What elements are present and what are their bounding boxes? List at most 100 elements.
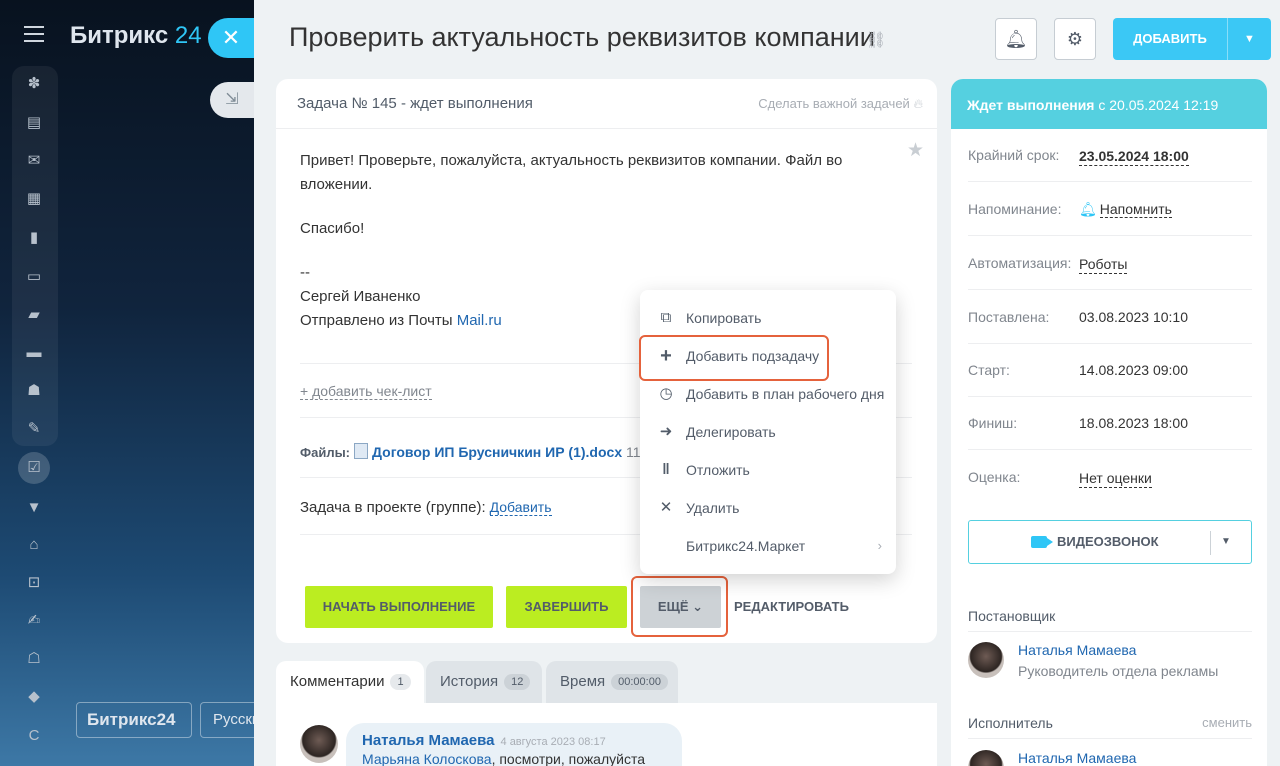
menu-item-delegate[interactable]: ➜ Делегировать: [640, 413, 896, 451]
creator-section-title: Постановщик: [968, 602, 1252, 632]
rating-row: Оценка: Нет оценки: [968, 469, 1152, 488]
gear-icon: ⚙: [1066, 29, 1084, 49]
stream-icon[interactable]: ✽: [24, 74, 44, 94]
tasks-icon[interactable]: ☑: [18, 452, 50, 484]
start-task-button[interactable]: НАЧАТЬ ВЫПОЛНЕНИЕ: [305, 586, 493, 628]
sign-icon[interactable]: ✍: [24, 611, 44, 631]
avatar[interactable]: [968, 642, 1004, 678]
add-button-label: ДОБАВИТЬ: [1133, 31, 1207, 46]
automation-row: Автоматизация: Роботы: [968, 237, 1252, 290]
tab-history[interactable]: История 12: [426, 661, 542, 703]
tab-time[interactable]: Время 00:00:00: [546, 661, 678, 703]
project-row: Задача в проекте (группе): Добавить: [300, 499, 552, 516]
chat-icon[interactable]: ▰: [24, 305, 44, 325]
language-selector[interactable]: Русский: [200, 702, 254, 738]
task-number-title: Задача № 145 - ждет выполнения: [297, 95, 533, 112]
add-subtask-highlight: [639, 335, 829, 381]
chevron-down-icon: ⌄: [692, 599, 704, 614]
cart-icon[interactable]: ⊡: [24, 573, 44, 593]
contacts-icon[interactable]: ▭: [24, 267, 44, 287]
more-menu: ⧉ Копировать + Добавить подзадачу ◷ Добавит…: [640, 290, 896, 574]
pause-icon: ‖: [662, 461, 670, 478]
finish-row: Финиш: 18.08.2023 18:00: [968, 397, 1252, 450]
comment-bubble: Наталья Мамаева 4 августа 2023 08:17 Марь…: [346, 723, 682, 766]
camera-icon: [1031, 536, 1047, 548]
add-button[interactable]: ДОБАВИТЬ ▼: [1113, 18, 1271, 60]
robots-link[interactable]: Роботы: [1079, 255, 1128, 274]
more-button[interactable]: ЕЩЁ ⌄: [640, 586, 721, 628]
page-title: Проверить актуальность реквизитов компан…: [289, 22, 875, 52]
bank-icon[interactable]: ⌂: [24, 535, 44, 555]
change-assignee-link[interactable]: сменить: [1202, 709, 1252, 737]
avatar[interactable]: [300, 725, 338, 763]
start-row: Старт: 14.08.2023 09:00: [968, 344, 1252, 397]
flame-icon: 🔥︎: [913, 96, 923, 111]
footer-logo[interactable]: Битрикс24: [76, 702, 192, 738]
avatar[interactable]: [968, 750, 1004, 766]
bell-icon: 🔔︎: [1004, 29, 1028, 49]
bell-small-icon: 🔔︎: [1079, 201, 1097, 217]
tab-comments[interactable]: Комментарии 1: [276, 661, 424, 703]
status-badge: Ждет выполнения с 20.05.2024 12:19: [951, 79, 1267, 129]
add-checklist-link[interactable]: + добавить чек-лист: [300, 383, 432, 400]
task-info-sidebar: Ждет выполнения с 20.05.2024 12:19 Крайн…: [951, 79, 1267, 766]
chevron-down-icon[interactable]: ▼: [1221, 521, 1231, 563]
funnel-icon[interactable]: ▼: [24, 498, 44, 518]
files-row: Файлы: Договор ИП Брусничкин ИР (1).docx …: [300, 443, 641, 460]
app-logo[interactable]: Битрикс 24: [70, 22, 202, 50]
reminder-row: Напоминание: 🔔︎ Напомнить: [968, 183, 1252, 236]
favorite-star-icon[interactable]: ★: [907, 139, 924, 162]
comment-author[interactable]: Наталья Мамаева: [362, 732, 495, 749]
calendar-icon[interactable]: ▦: [24, 189, 44, 209]
delegate-icon: ➜: [659, 423, 673, 440]
minimize-slider-button[interactable]: ⇲: [210, 82, 254, 118]
documents-icon[interactable]: ▮: [24, 228, 44, 248]
copy-icon: ⧉: [660, 309, 672, 326]
edit-button[interactable]: РЕДАКТИРОВАТЬ: [734, 586, 849, 628]
settings-button[interactable]: ⚙: [1054, 18, 1096, 60]
add-project-link[interactable]: Добавить: [489, 499, 552, 516]
comment-date: 4 августа 2023 08:17: [500, 736, 606, 748]
creator-position: Руководитель отдела рекламы: [1018, 663, 1219, 679]
creator-name[interactable]: Наталья Мамаева: [1018, 642, 1136, 658]
comments-area: Наталья Мамаева 4 августа 2023 08:17 Марь…: [276, 703, 937, 766]
menu-item-defer[interactable]: ‖ Отложить: [640, 451, 896, 489]
assignee-section-title: Исполнитель сменить: [968, 709, 1252, 739]
chevron-down-icon[interactable]: ▼: [1228, 18, 1271, 60]
edit-docs-icon[interactable]: ✎: [24, 419, 44, 439]
mention-link[interactable]: Марьяна Колоскова: [362, 751, 492, 766]
menu-burger-icon[interactable]: [24, 26, 44, 42]
delete-icon: ✕: [659, 499, 673, 516]
assignee-person: Наталья Мамаева: [968, 750, 1252, 766]
close-slider-button[interactable]: ✕: [208, 18, 254, 58]
assignee-name[interactable]: Наталья Мамаева: [1018, 750, 1136, 766]
created-row: Поставлена: 03.08.2023 10:10: [968, 291, 1252, 344]
feed-icon[interactable]: ▤: [24, 113, 44, 133]
mail-icon[interactable]: ✉: [24, 151, 44, 171]
menu-item-delete[interactable]: ✕ Удалить: [640, 489, 896, 527]
deadline-row: Крайний срок: 23.05.2024 18:00: [968, 129, 1252, 182]
chevron-right-icon: ›: [877, 538, 882, 553]
creator-person: Наталья Мамаева Руководитель отдела рекл…: [968, 642, 1252, 692]
complete-button[interactable]: ЗАВЕРШИТЬ: [506, 586, 627, 628]
file-link[interactable]: Договор ИП Брусничкин ИР (1).docx: [372, 444, 622, 460]
task-slider: Проверить актуальность реквизитов компан…: [254, 0, 1280, 766]
left-menu: ✽ ▤ ✉ ▦ ▮ ▭ ▰ ▬ ☗ ✎ ☑ ▼ ⌂ ⊡ ✍ ☖ ◆ C: [0, 0, 70, 766]
box-icon[interactable]: ◆: [24, 687, 44, 707]
copy-link-icon[interactable]: ⛓: [866, 30, 886, 50]
mail-ru-link[interactable]: Mail.ru: [457, 312, 502, 329]
docx-file-icon: [354, 443, 369, 459]
drive-icon[interactable]: ▬: [24, 343, 44, 363]
rating-link[interactable]: Нет оценки: [1079, 469, 1152, 488]
menu-item-copy[interactable]: ⧉ Копировать: [640, 299, 896, 337]
groups-icon[interactable]: ☗: [24, 381, 44, 401]
video-call-button[interactable]: ВИДЕОЗВОНОК ▼: [968, 520, 1252, 564]
remind-link[interactable]: Напомнить: [1099, 201, 1172, 218]
menu-item-market[interactable]: Битрикс24.Маркет ›: [640, 527, 896, 565]
robot-icon[interactable]: ☖: [24, 649, 44, 669]
make-important-link[interactable]: Сделать важной задачей 🔥︎: [758, 96, 923, 112]
deadline-value[interactable]: 23.05.2024 18:00: [1079, 147, 1189, 166]
task-card-header: Задача № 145 - ждет выполнения Сделать в…: [276, 79, 937, 129]
settings-letter-icon[interactable]: C: [24, 726, 44, 746]
bell-button[interactable]: 🔔︎: [995, 18, 1037, 60]
